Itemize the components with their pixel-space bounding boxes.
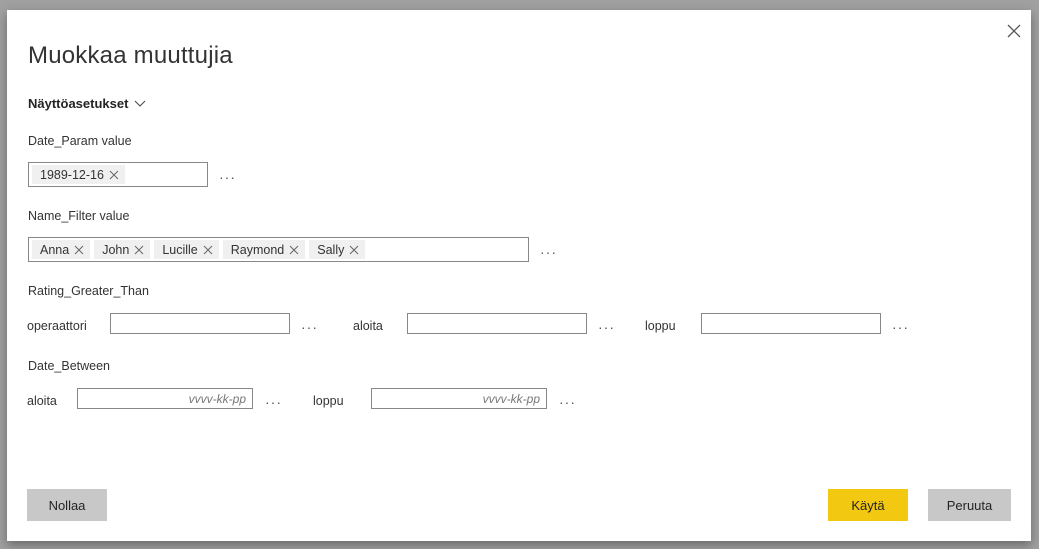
edit-variables-dialog: Muokkaa muuttujia Näyttöasetukset Date_P… xyxy=(7,10,1031,541)
close-icon xyxy=(74,245,84,254)
rating-end-input[interactable] xyxy=(701,313,881,334)
chip-label: Anna xyxy=(40,242,70,257)
date-start-label: aloita xyxy=(27,394,57,408)
close-icon xyxy=(1007,24,1021,38)
value-chip: Raymond xyxy=(222,240,306,259)
chip-label: Lucille xyxy=(162,242,198,257)
date-param-input[interactable]: 1989-12-16 xyxy=(28,162,208,187)
close-icon xyxy=(109,170,119,179)
display-settings-toggle[interactable]: Näyttöasetukset xyxy=(28,96,146,111)
chip-label: John xyxy=(102,242,130,257)
close-button[interactable] xyxy=(1007,24,1023,40)
date-between-label: Date_Between xyxy=(28,359,111,373)
close-icon xyxy=(134,245,144,254)
name-filter-label: Name_Filter value xyxy=(28,209,130,223)
value-chip: John xyxy=(94,240,151,259)
date-start-input[interactable] xyxy=(77,388,253,409)
remove-chip-button[interactable] xyxy=(109,170,119,180)
rating-start-label: aloita xyxy=(353,319,383,333)
rating-start-input[interactable] xyxy=(407,313,587,334)
dialog-title: Muokkaa muuttujia xyxy=(28,42,233,69)
date-param-label: Date_Param value xyxy=(28,134,132,148)
close-icon xyxy=(349,245,359,254)
value-chip: Lucille xyxy=(154,240,219,259)
rating-greater-than-label: Rating_Greater_Than xyxy=(28,284,149,298)
close-icon xyxy=(203,245,213,254)
reset-button[interactable]: Nollaa xyxy=(27,489,107,521)
chevron-down-icon xyxy=(135,100,146,107)
value-chip: 1989-12-16 xyxy=(32,165,125,184)
remove-chip-button[interactable] xyxy=(203,245,213,255)
chip-label: Sally xyxy=(317,242,345,257)
rating-end-more-button[interactable]: ··· xyxy=(892,320,909,334)
rating-start-more-button[interactable]: ··· xyxy=(598,320,615,334)
date-end-label: loppu xyxy=(313,394,344,408)
remove-chip-button[interactable] xyxy=(289,245,299,255)
name-filter-input[interactable]: Anna John Lucille Raymond Sally xyxy=(28,237,529,262)
apply-button[interactable]: Käytä xyxy=(828,489,908,521)
name-filter-more-button[interactable]: ··· xyxy=(540,245,557,259)
chip-label: Raymond xyxy=(230,242,285,257)
operator-label: operaattori xyxy=(27,319,87,333)
date-end-more-button[interactable]: ··· xyxy=(559,395,576,409)
cancel-button[interactable]: Peruuta xyxy=(928,489,1011,521)
value-chip: Sally xyxy=(309,240,366,259)
rating-end-label: loppu xyxy=(645,319,676,333)
remove-chip-button[interactable] xyxy=(74,245,84,255)
operator-input[interactable] xyxy=(110,313,290,334)
value-chip: Anna xyxy=(32,240,91,259)
date-end-input[interactable] xyxy=(371,388,547,409)
close-icon xyxy=(289,245,299,254)
chip-label: 1989-12-16 xyxy=(40,167,104,182)
remove-chip-button[interactable] xyxy=(134,245,144,255)
display-settings-label: Näyttöasetukset xyxy=(28,96,129,111)
remove-chip-button[interactable] xyxy=(349,245,359,255)
date-start-more-button[interactable]: ··· xyxy=(265,395,282,409)
operator-more-button[interactable]: ··· xyxy=(301,320,318,334)
date-param-more-button[interactable]: ··· xyxy=(219,170,236,184)
